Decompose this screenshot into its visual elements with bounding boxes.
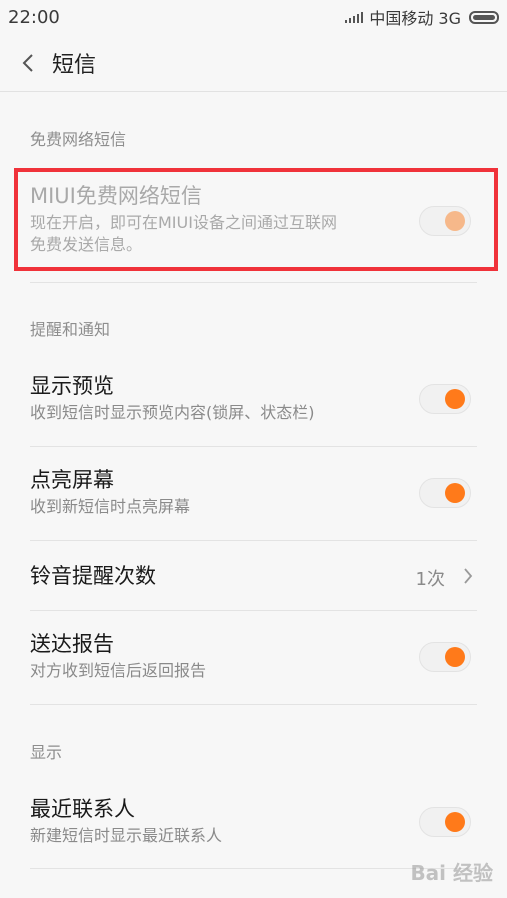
show-preview-toggle[interactable] <box>419 384 471 414</box>
recent-contacts-toggle[interactable] <box>419 807 471 837</box>
chevron-right-icon <box>461 566 475 586</box>
divider <box>30 610 477 611</box>
status-right: 中国移动 3G <box>345 5 499 29</box>
divider <box>30 540 477 541</box>
divider <box>30 446 477 447</box>
app-header: 短信 <box>0 34 507 92</box>
signal-bars-icon <box>345 11 364 23</box>
miui-network-sms-toggle[interactable] <box>419 206 471 236</box>
status-bar: 22:00 中国移动 3G <box>0 0 507 34</box>
toggle-knob <box>445 389 465 409</box>
status-time: 22:00 <box>8 6 60 28</box>
section-label-display: 显示 <box>30 743 63 762</box>
divider <box>30 704 477 705</box>
toggle-knob <box>445 812 465 832</box>
ringtone-count-value: 1次 <box>415 569 445 590</box>
section-label-notify: 提醒和通知 <box>30 320 111 339</box>
watermark-logo: Bai 经验 <box>410 861 493 885</box>
delivery-report-toggle[interactable] <box>419 642 471 672</box>
battery-icon <box>469 10 499 24</box>
wake-screen-toggle[interactable] <box>419 478 471 508</box>
page-title: 短信 <box>52 52 97 78</box>
toggle-knob <box>445 647 465 667</box>
carrier-label: 中国移动 3G <box>369 9 461 28</box>
toggle-knob <box>445 211 465 231</box>
chevron-left-icon[interactable] <box>18 53 38 73</box>
section-label-network: 免费网络短信 <box>30 130 127 149</box>
divider <box>30 282 477 283</box>
toggle-knob <box>445 483 465 503</box>
